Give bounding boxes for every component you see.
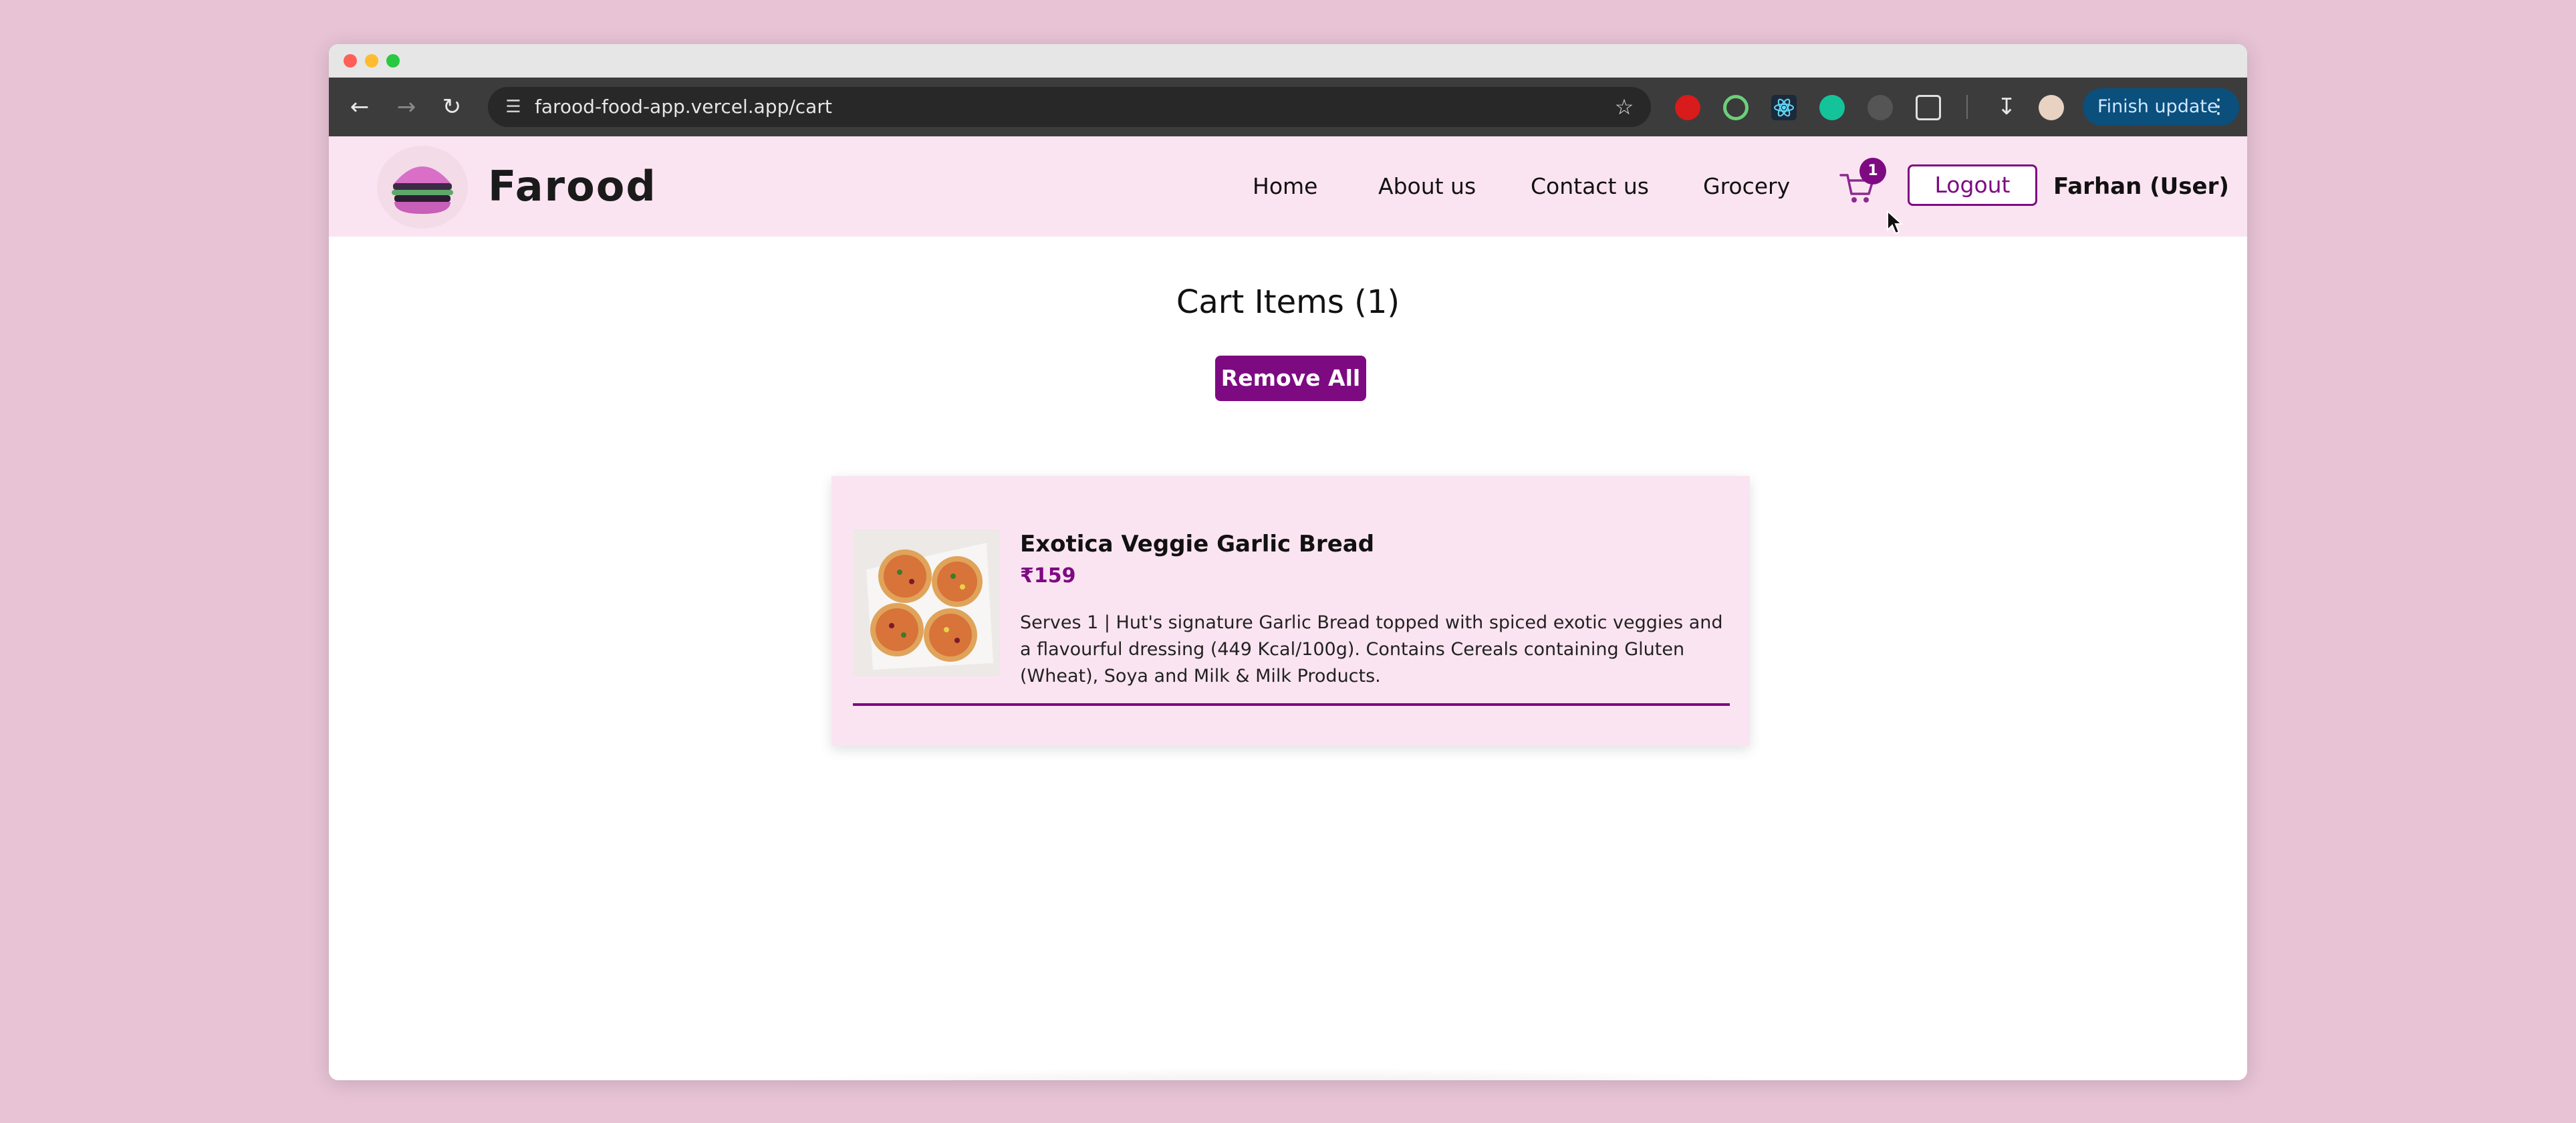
browser-window: ← → ↻ ☰ farood-food-app.vercel.app/cart …: [329, 44, 2247, 1080]
toolbar-divider: [1966, 95, 1968, 119]
remove-all-button[interactable]: Remove All: [1215, 356, 1366, 401]
cart-item-card: Exotica Veggie Garlic Bread ₹159 Serves …: [831, 476, 1750, 746]
url-text[interactable]: farood-food-app.vercel.app/cart: [535, 87, 832, 127]
cart-title: Cart Items (1): [1176, 283, 1400, 321]
menu-dots-icon[interactable]: ⋮: [2208, 88, 2228, 126]
grammarly-icon[interactable]: [1819, 95, 1845, 120]
bug-icon[interactable]: [1867, 95, 1893, 120]
brand-name[interactable]: Farood: [488, 136, 657, 237]
react-icon[interactable]: [1771, 95, 1797, 120]
site-header: Farood Home About us Contact us Grocery …: [329, 136, 2247, 237]
maximize-window-button[interactable]: [386, 54, 400, 68]
title-bar: [329, 44, 2247, 78]
item-price: ₹159: [1020, 564, 1076, 588]
nav-about-us[interactable]: About us: [1378, 136, 1476, 237]
card-divider: [853, 703, 1730, 706]
bookmark-star-icon[interactable]: ☆: [1611, 94, 1638, 120]
download-icon[interactable]: ↧: [1990, 91, 2023, 123]
site-settings-icon[interactable]: ☰: [501, 95, 525, 119]
adblock-icon[interactable]: [1675, 95, 1700, 120]
forward-icon[interactable]: →: [390, 91, 422, 123]
logout-button[interactable]: Logout: [1908, 164, 2037, 206]
reload-icon[interactable]: ↻: [436, 91, 468, 123]
item-name: Exotica Veggie Garlic Bread: [1020, 531, 1375, 557]
back-icon[interactable]: ←: [344, 91, 376, 123]
browser-toolbar: ← → ↻ ☰ farood-food-app.vercel.app/cart …: [329, 78, 2247, 136]
burger-logo[interactable]: [376, 144, 469, 230]
puzzle-icon[interactable]: [1916, 95, 1941, 120]
finish-update-label: Finish update: [2097, 96, 2218, 117]
finish-update-button[interactable]: Finish update ⋮: [2083, 88, 2239, 126]
close-window-button[interactable]: [344, 54, 357, 68]
item-image: [853, 529, 1000, 676]
nav-home[interactable]: Home: [1253, 136, 1317, 237]
cart-count-badge: 1: [1859, 158, 1886, 184]
address-bar[interactable]: ☰ farood-food-app.vercel.app/cart ☆: [488, 87, 1651, 127]
profile-avatar[interactable]: [2039, 95, 2064, 120]
minimize-window-button[interactable]: [365, 54, 378, 68]
nav-grocery[interactable]: Grocery: [1703, 136, 1790, 237]
item-description: Serves 1 | Hut's signature Garlic Bread …: [1020, 612, 1723, 687]
mouse-cursor-icon: [1886, 209, 1904, 235]
user-name: Farhan (User): [2053, 173, 2229, 200]
footer-shadow: [703, 1067, 1853, 1080]
target-icon[interactable]: [1723, 95, 1749, 120]
nav-contact-us[interactable]: Contact us: [1531, 136, 1649, 237]
